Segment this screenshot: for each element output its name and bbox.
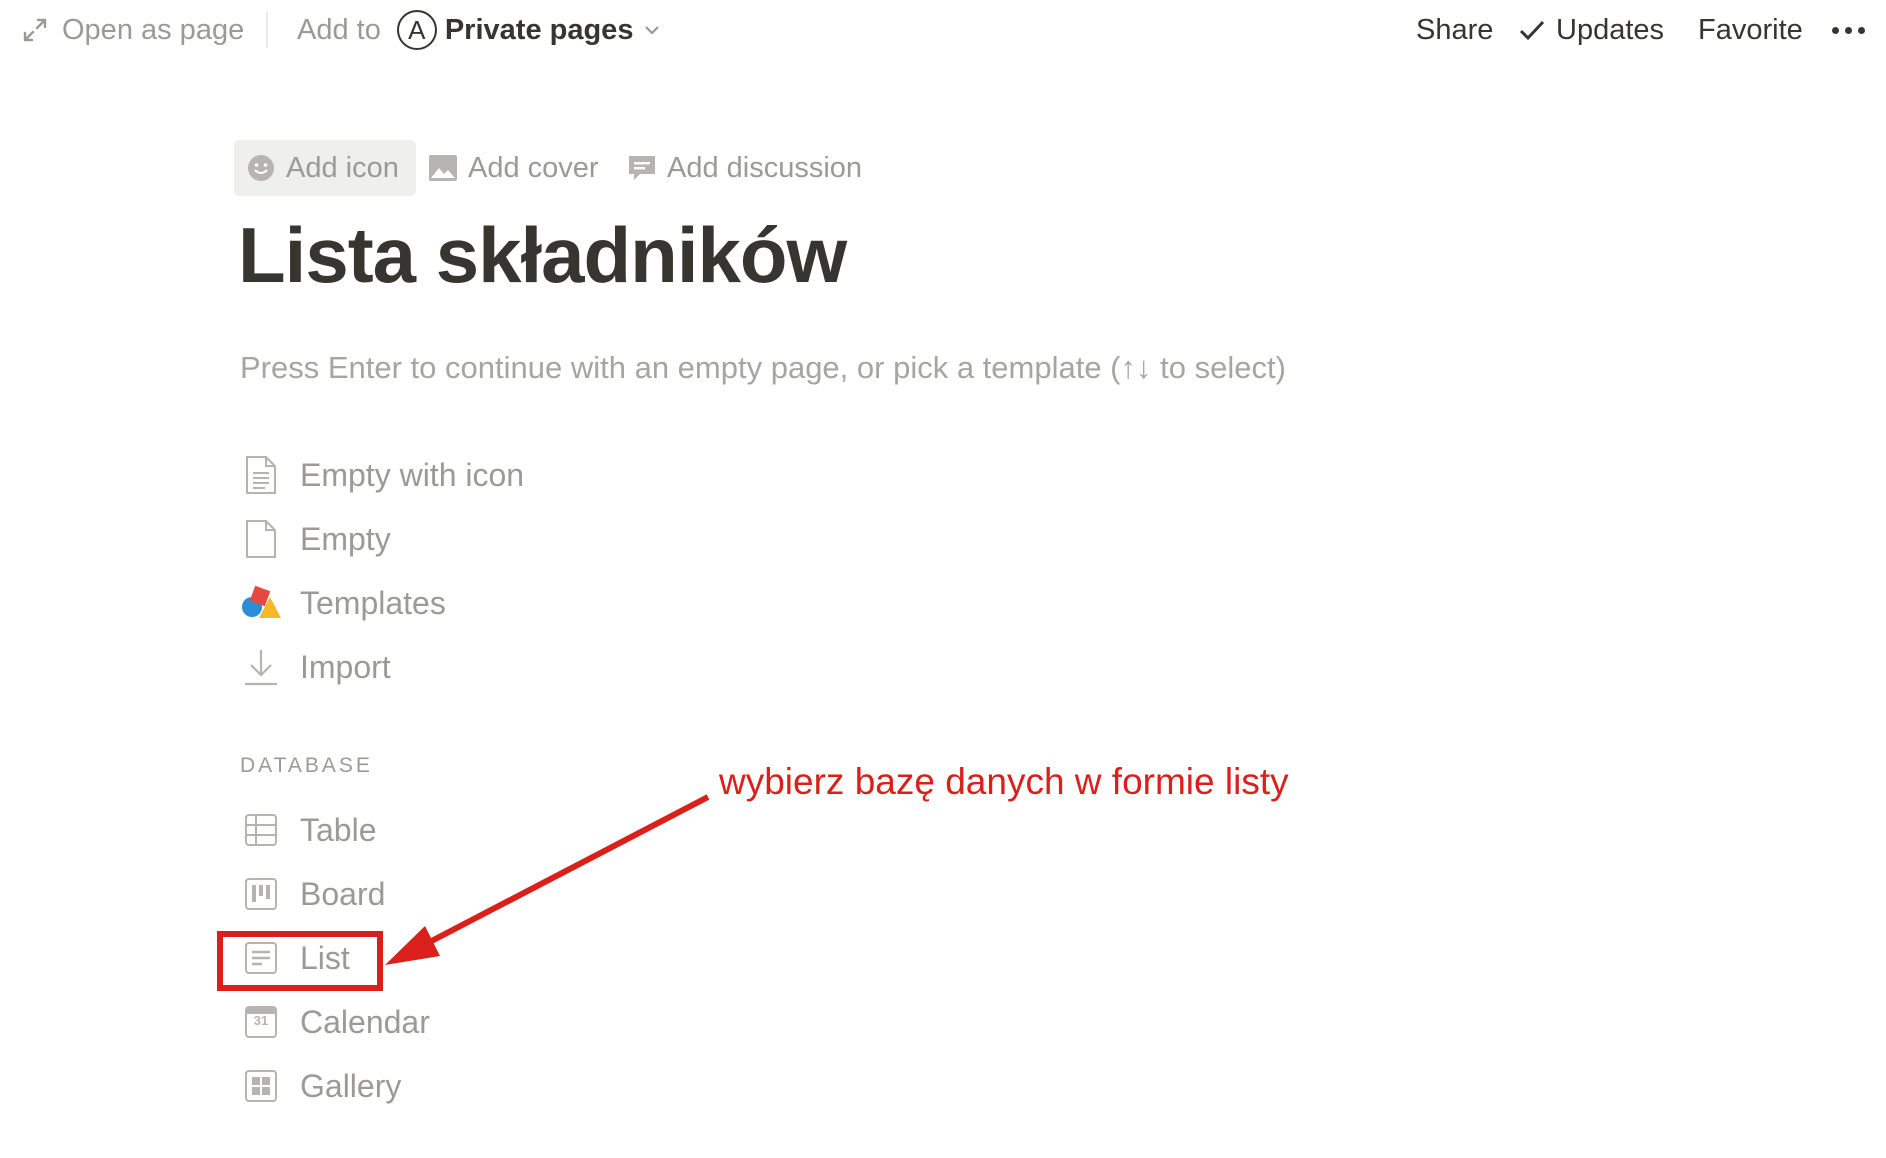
annotation-arrow-icon [385, 794, 710, 965]
annotation-text: wybierz bazę danych w formie listy [719, 761, 1289, 802]
